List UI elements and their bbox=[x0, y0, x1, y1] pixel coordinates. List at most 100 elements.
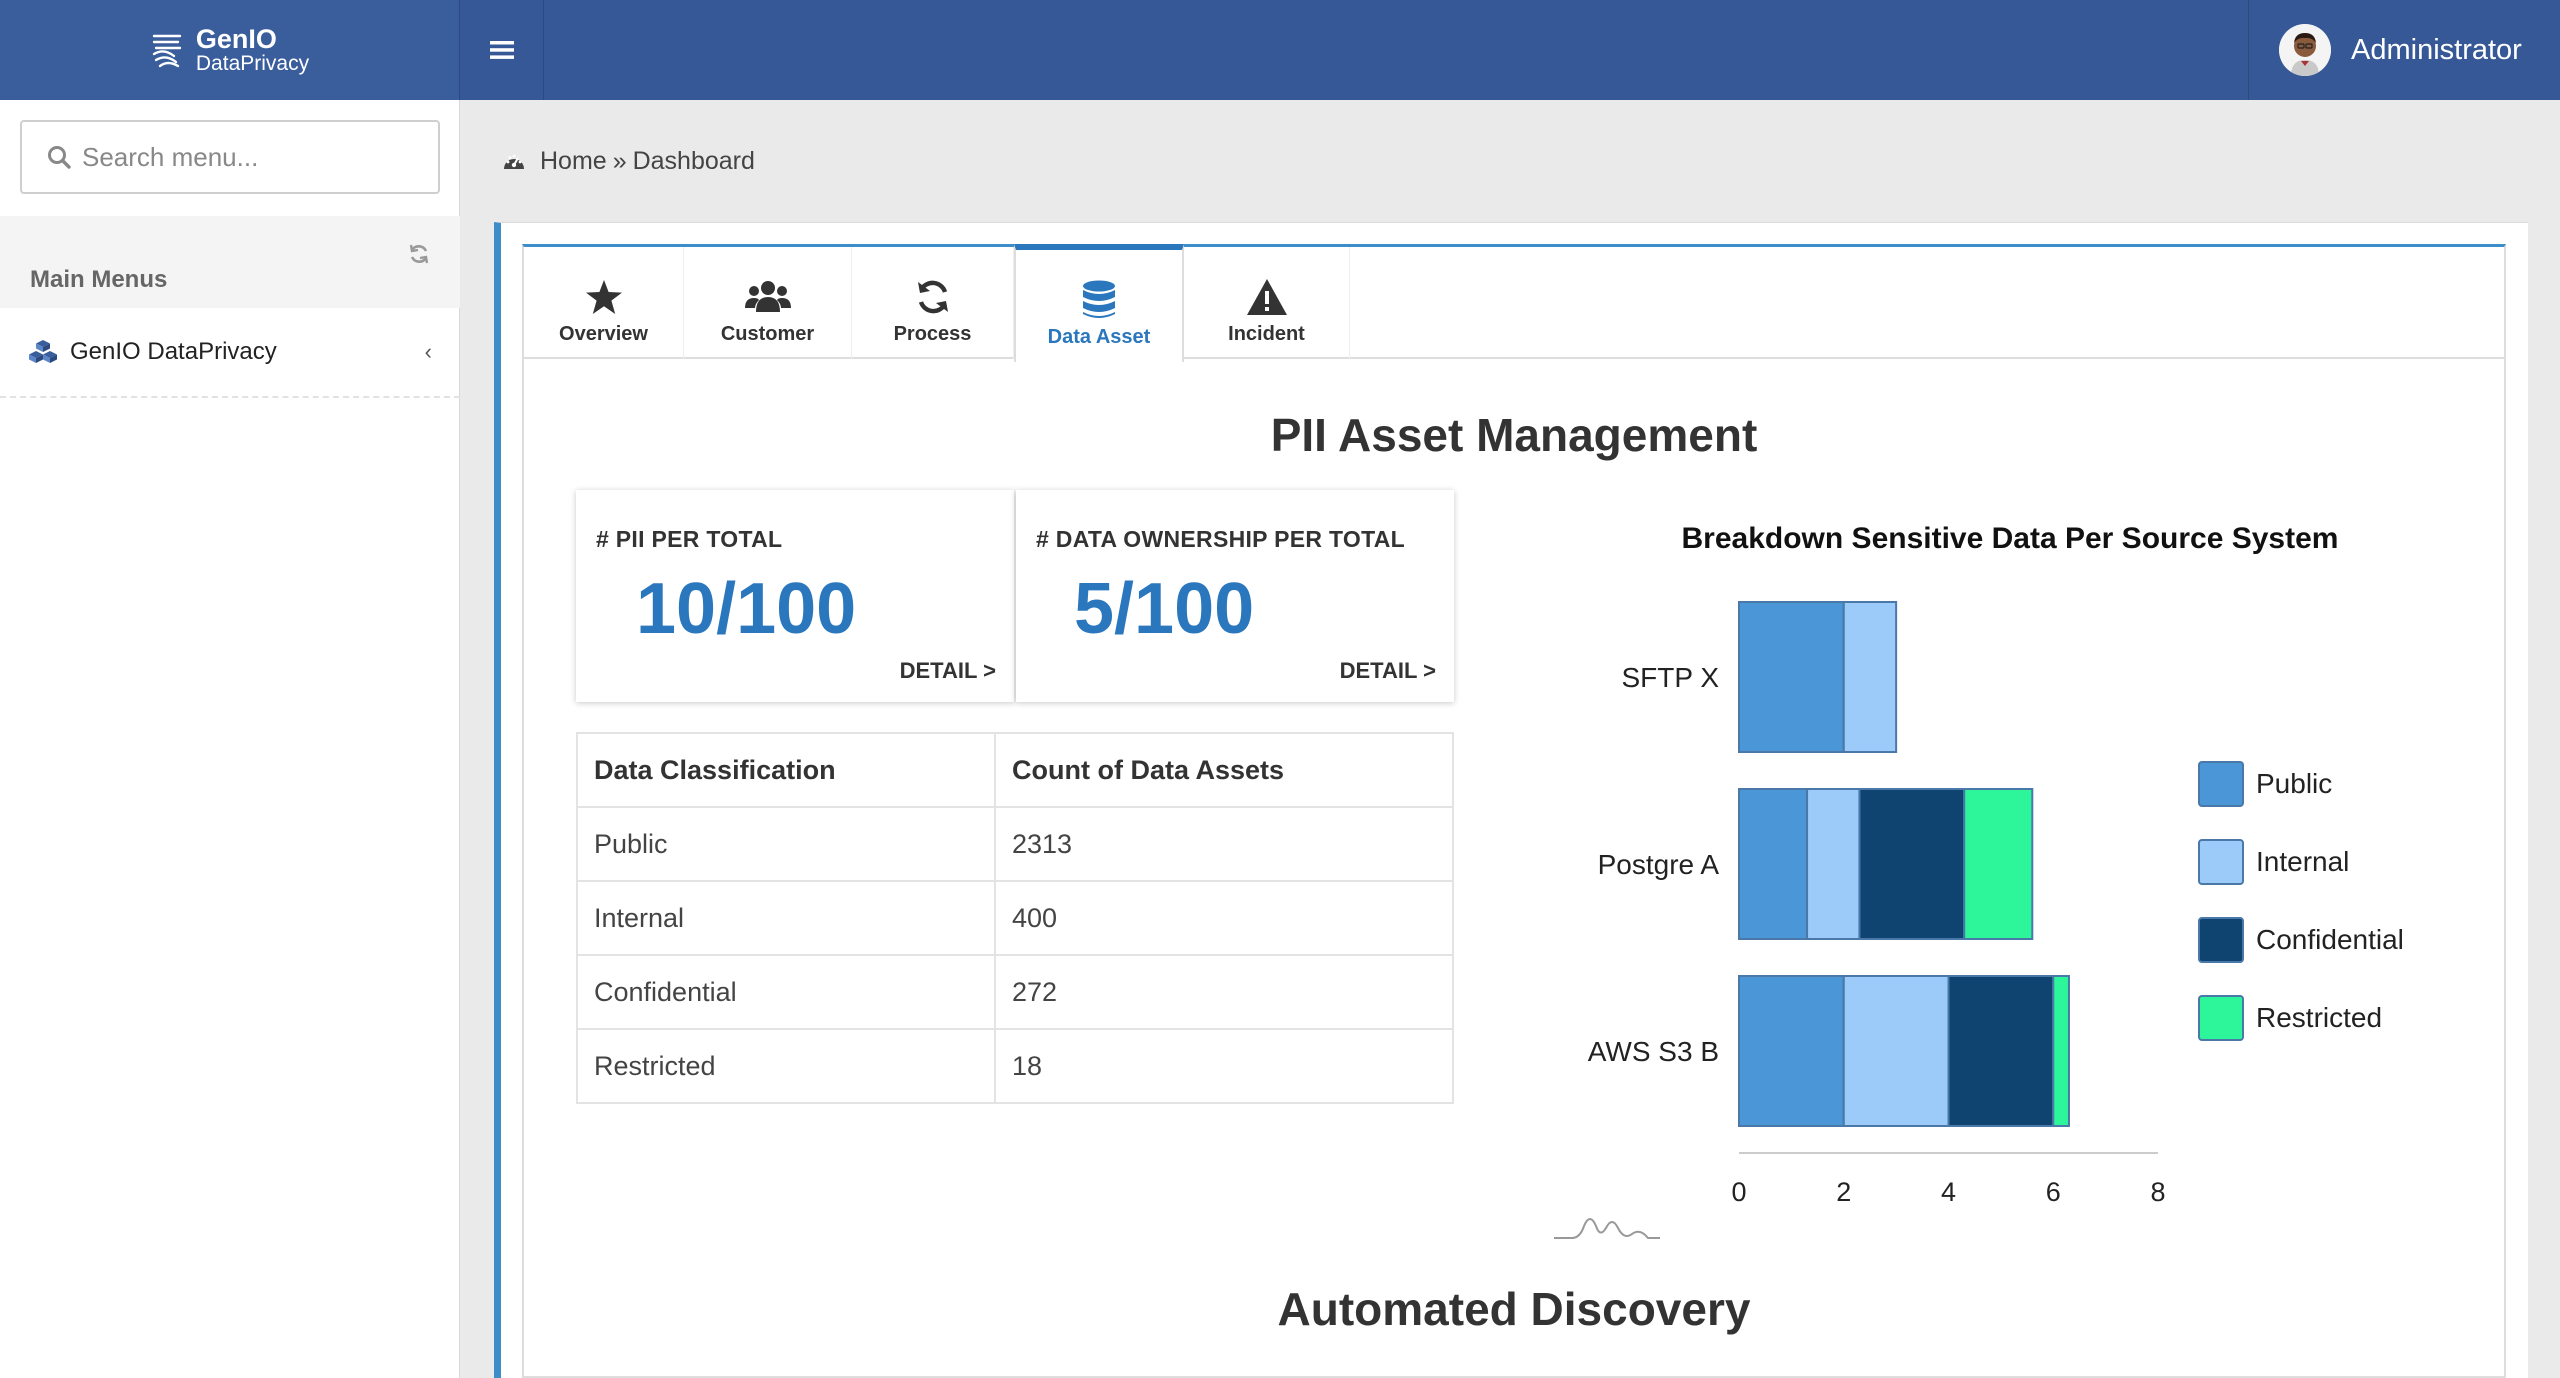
top-navbar: GenIO DataPrivacy Administrator bbox=[0, 0, 2560, 100]
chevron-left-icon: ‹ bbox=[424, 339, 432, 364]
warning-icon bbox=[1246, 275, 1288, 319]
breadcrumb-separator: » bbox=[612, 146, 627, 175]
hamburger-icon bbox=[489, 41, 514, 59]
loading-wave-icon bbox=[1554, 1218, 1660, 1239]
brand-name: GenIO bbox=[195, 24, 277, 54]
automated-discovery-title: Automated Discovery bbox=[1277, 1283, 1751, 1335]
main-menus-header: Main Menus bbox=[0, 216, 460, 308]
tab-bar: Overview Customer Process Data Asset Inc… bbox=[524, 244, 2504, 364]
table-cell: 400 bbox=[994, 880, 1454, 956]
table-cell: 2313 bbox=[994, 806, 1454, 882]
table-cell: Restricted bbox=[576, 1028, 996, 1104]
breadcrumb-current: Dashboard bbox=[632, 146, 755, 175]
chart-title: Breakdown Sensitive Data Per Source Syst… bbox=[1681, 522, 2339, 555]
section-title: PII Asset Management bbox=[1270, 409, 1758, 461]
x-tick-label: 8 bbox=[2150, 1177, 2165, 1207]
search-icon bbox=[48, 146, 71, 169]
tab-label: Customer bbox=[720, 322, 815, 345]
table-row: Restricted 18 bbox=[576, 1028, 1454, 1104]
legend-swatch bbox=[2198, 839, 2244, 885]
legend-swatch bbox=[2198, 761, 2244, 807]
tab-customer[interactable]: Customer bbox=[684, 247, 852, 359]
tab-overview[interactable]: Overview bbox=[524, 247, 684, 359]
kpi-detail-link[interactable]: DETAIL > bbox=[900, 658, 996, 684]
column-header: Count of Data Assets bbox=[994, 732, 1454, 808]
x-tick-label: 2 bbox=[1836, 1177, 1851, 1207]
kpi-label: # PII PER TOTAL bbox=[596, 526, 783, 552]
kpi-detail-link[interactable]: DETAIL > bbox=[1340, 658, 1436, 684]
bar-segment[interactable] bbox=[1842, 601, 1898, 753]
table-row: Confidential 272 bbox=[576, 954, 1454, 1030]
tab-label: Data Asset bbox=[1047, 325, 1151, 348]
dashboard-icon bbox=[502, 151, 526, 171]
category-label: AWS S3 B bbox=[1588, 1036, 1719, 1067]
breadcrumb-home-link[interactable]: Home bbox=[540, 147, 607, 176]
table-header-row: Data Classification Count of Data Assets bbox=[576, 732, 1454, 808]
table-cell: Internal bbox=[576, 880, 996, 956]
user-avatar-icon bbox=[2279, 24, 2331, 76]
legend-item[interactable]: Confidential bbox=[2198, 916, 2404, 964]
legend-label: Internal bbox=[2256, 846, 2350, 877]
menu-toggle-button[interactable] bbox=[460, 0, 544, 100]
sidebar-item-genio-dataprivacy[interactable]: GenIO DataPrivacy ‹ bbox=[0, 308, 460, 398]
tab-incident[interactable]: Incident bbox=[1184, 247, 1350, 359]
tab-label: Incident bbox=[1228, 322, 1305, 345]
bar-segment[interactable] bbox=[1738, 788, 1809, 940]
table-cell: 18 bbox=[994, 1028, 1454, 1104]
tab-label: Overview bbox=[559, 322, 648, 345]
kpi-card-pii: # PII PER TOTAL 10/100 DETAIL > bbox=[576, 490, 1014, 702]
bar-segment[interactable] bbox=[1842, 975, 1950, 1127]
category-label: Postgre A bbox=[1598, 849, 1720, 880]
table-row: Internal 400 bbox=[576, 880, 1454, 956]
users-icon bbox=[744, 275, 791, 319]
bar-segment[interactable] bbox=[1963, 788, 2034, 940]
star-icon bbox=[585, 275, 623, 319]
legend-item[interactable]: Restricted bbox=[2198, 994, 2404, 1042]
bar-segment[interactable] bbox=[2052, 975, 2070, 1127]
table-cell: Confidential bbox=[576, 954, 996, 1030]
search-input[interactable]: Search menu... bbox=[20, 120, 440, 194]
x-tick-label: 0 bbox=[1731, 1177, 1746, 1207]
bar-segment[interactable] bbox=[1738, 601, 1845, 753]
avatar bbox=[2279, 24, 2331, 76]
search-placeholder: Search menu... bbox=[82, 141, 259, 172]
bar-segment[interactable] bbox=[1806, 788, 1861, 940]
brand-logo[interactable]: GenIO DataPrivacy bbox=[0, 0, 460, 100]
user-menu[interactable]: Administrator bbox=[2248, 0, 2560, 100]
sidebar: Search menu... Main Menus GenIO DataPriv… bbox=[0, 100, 460, 1378]
refresh-menu-icon[interactable] bbox=[408, 243, 430, 265]
tab-process[interactable]: Process bbox=[852, 247, 1014, 359]
chart-legend: Public Internal Confidential Restricted bbox=[2198, 760, 2404, 1072]
legend-label: Confidential bbox=[2256, 924, 2404, 955]
legend-label: Public bbox=[2256, 768, 2333, 799]
legend-item[interactable]: Internal bbox=[2198, 838, 2404, 886]
user-name: Administrator bbox=[2351, 33, 2522, 66]
brand-subtitle: DataPrivacy bbox=[195, 52, 310, 75]
x-tick-label: 4 bbox=[1941, 1177, 1956, 1207]
bar-segment[interactable] bbox=[1858, 788, 1966, 940]
legend-swatch bbox=[2198, 995, 2244, 1041]
bar-segment[interactable] bbox=[1738, 975, 1845, 1127]
table-row: Public 2313 bbox=[576, 806, 1454, 882]
genio-logo-icon bbox=[152, 34, 182, 68]
main-menus-label: Main Menus bbox=[30, 266, 168, 293]
kpi-value: 5/100 bbox=[1074, 569, 1255, 649]
kpi-label: # DATA OWNERSHIP PER TOTAL bbox=[1036, 526, 1406, 552]
kpi-value: 10/100 bbox=[636, 569, 857, 649]
table-cell: 272 bbox=[994, 954, 1454, 1030]
sidebar-item-label: GenIO DataPrivacy bbox=[70, 338, 277, 365]
legend-swatch bbox=[2198, 917, 2244, 963]
category-label: SFTP X bbox=[1621, 662, 1719, 693]
data-classification-table: Data Classification Count of Data Assets… bbox=[576, 732, 1454, 1104]
database-icon bbox=[1082, 278, 1116, 322]
x-tick-label: 6 bbox=[2046, 1177, 2061, 1207]
legend-item[interactable]: Public bbox=[2198, 760, 2404, 808]
breadcrumb: Home » Dashboard bbox=[502, 142, 755, 180]
legend-label: Restricted bbox=[2256, 1002, 2383, 1033]
tab-data-asset[interactable]: Data Asset bbox=[1014, 244, 1184, 364]
stacked-bar-chart: SFTP X Postgre A AWS S3 B 0 2 4 6 8 bbox=[1588, 601, 2166, 1207]
table-cell: Public bbox=[576, 806, 996, 882]
refresh-icon bbox=[914, 275, 952, 319]
kpi-card-data-ownership: # DATA OWNERSHIP PER TOTAL 5/100 DETAIL … bbox=[1016, 490, 1454, 702]
bar-segment[interactable] bbox=[1947, 975, 2055, 1127]
